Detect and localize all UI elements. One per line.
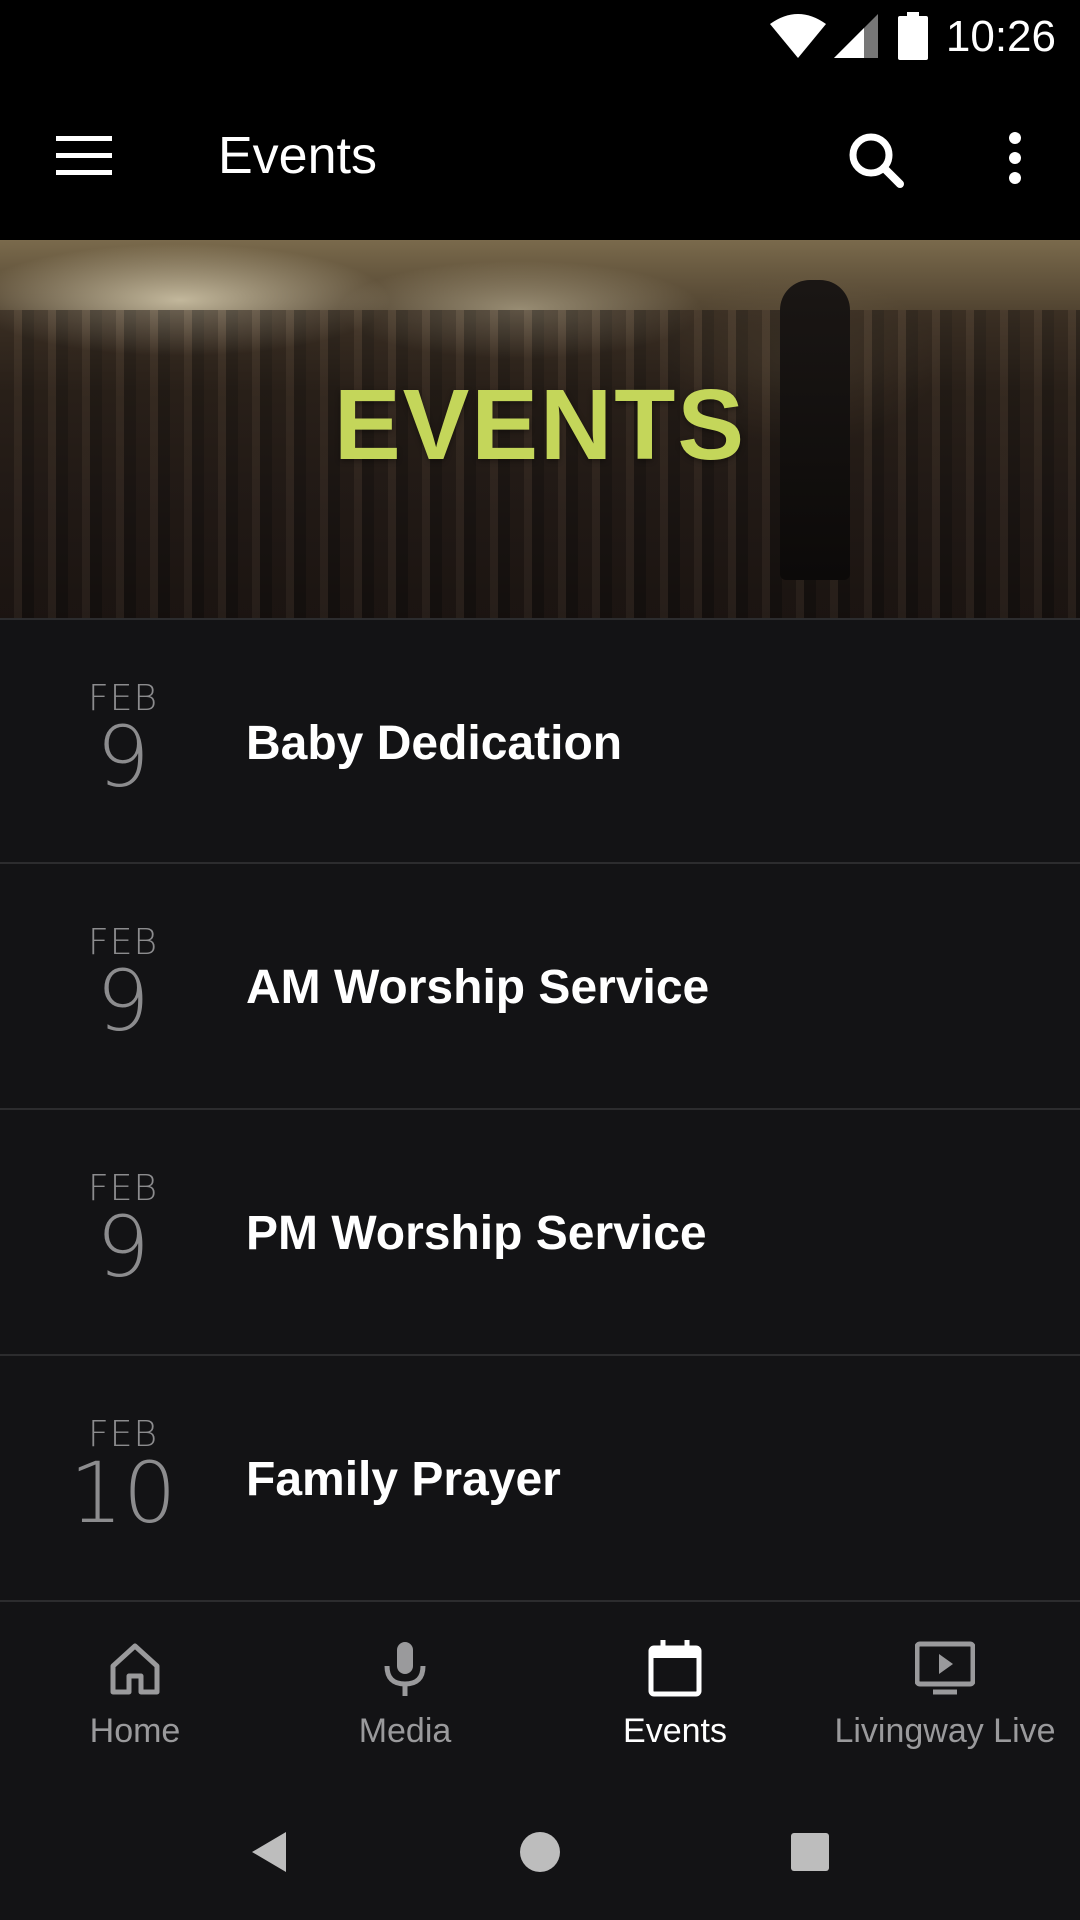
bottom-navigation: Home Media Events Livingway Live [0, 1604, 1080, 1782]
event-item[interactable]: FEB 10 Family Prayer [0, 1356, 1080, 1602]
event-item[interactable]: FEB 9 PM Worship Service [0, 1110, 1080, 1356]
microphone-icon [384, 1642, 426, 1696]
events-banner: EVENTS [0, 240, 1080, 618]
system-navigation-bar [0, 1782, 1080, 1920]
home-circle-icon[interactable] [510, 1822, 570, 1882]
app-bar: Events [0, 78, 1080, 240]
event-day: 9 [96, 1198, 150, 1296]
nav-label: Media [358, 1712, 452, 1750]
nav-item-home[interactable]: Home [0, 1604, 270, 1782]
battery-icon [898, 12, 928, 60]
nav-item-events[interactable]: Events [540, 1604, 810, 1782]
live-tv-icon [915, 1641, 975, 1695]
page-title: Events [218, 127, 377, 185]
home-icon [110, 1643, 160, 1695]
event-item[interactable]: FEB 9 Baby Dedication [0, 618, 1080, 864]
hamburger-menu-icon[interactable] [56, 134, 112, 178]
wifi-icon [770, 14, 826, 58]
calendar-icon [648, 1640, 702, 1697]
nav-item-media[interactable]: Media [270, 1604, 540, 1782]
event-list: FEB 9 Baby Dedication FEB 9 AM Worship S… [0, 618, 1080, 1602]
search-icon[interactable] [846, 130, 906, 190]
back-icon[interactable] [240, 1822, 300, 1882]
nav-item-livingway-live[interactable]: Livingway Live [810, 1604, 1080, 1782]
more-vert-icon[interactable] [1000, 130, 1030, 186]
banner-title: EVENTS [333, 369, 747, 481]
status-time: 10:26 [945, 12, 1056, 61]
status-bar: 10:26 [0, 0, 1080, 78]
nav-label: Home [89, 1712, 181, 1750]
event-day: 10 [69, 1444, 177, 1542]
event-title: Family Prayer [246, 1453, 561, 1506]
event-title: PM Worship Service [246, 1207, 707, 1260]
recents-icon[interactable] [780, 1822, 840, 1882]
event-day: 9 [96, 952, 150, 1050]
nav-label: Livingway Live [834, 1712, 1056, 1750]
nav-label: Events [623, 1712, 727, 1750]
event-item[interactable]: FEB 9 AM Worship Service [0, 864, 1080, 1110]
event-day: 9 [96, 708, 150, 806]
event-title: AM Worship Service [246, 961, 710, 1014]
event-title: Baby Dedication [246, 717, 623, 770]
cellular-signal-icon [834, 14, 878, 58]
